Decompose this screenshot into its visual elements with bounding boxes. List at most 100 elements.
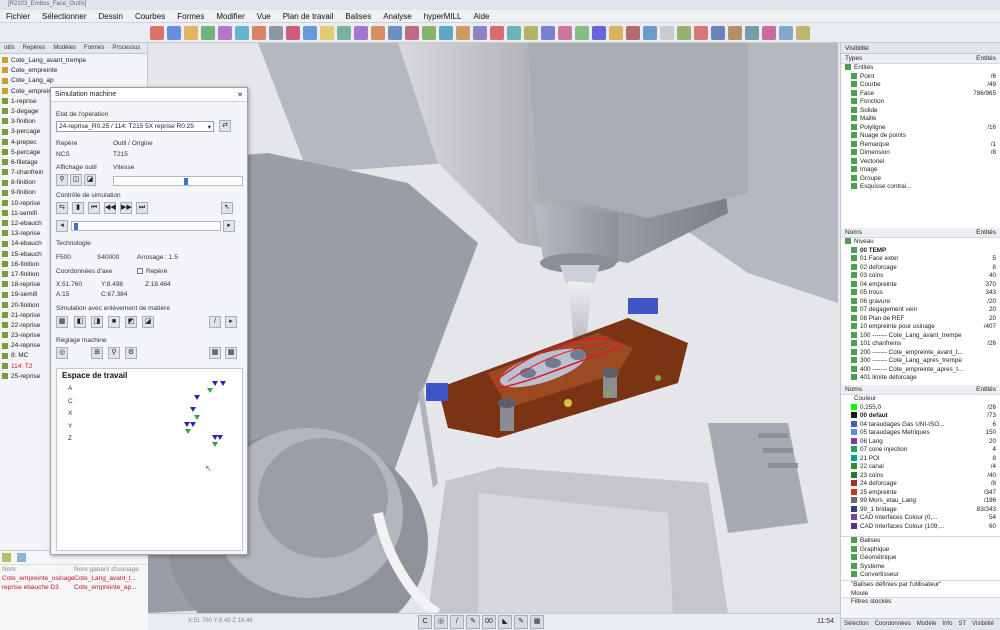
tree-row[interactable]: 08 Plan de REF 20	[841, 315, 1000, 324]
menu-item-3[interactable]: Courbes	[135, 12, 165, 21]
operation-select[interactable]: 24-reprise_R0.25 / 114: T215 5X reprise …	[56, 121, 214, 132]
speed-slider[interactable]	[113, 176, 243, 186]
visibility-icon[interactable]	[851, 157, 857, 164]
layout-button[interactable]: ▦	[209, 347, 221, 359]
user-tag-row[interactable]: Moule	[841, 590, 1000, 598]
menu-item-2[interactable]: Dessin	[99, 12, 123, 21]
visibility-icon[interactable]	[851, 412, 857, 419]
menu-item-10[interactable]: hyperMILL	[424, 12, 462, 21]
tree-row[interactable]: 400 ------- Cote_empreinte_apres_t...	[841, 366, 1000, 375]
tag-row[interactable]: Graphique	[841, 546, 1000, 555]
tree-row[interactable]: 06 gravure/20	[841, 298, 1000, 307]
stock-compare-button[interactable]: ◨	[91, 316, 103, 328]
tag-row[interactable]: Géométrique	[841, 554, 1000, 563]
visibility-icon[interactable]	[851, 132, 857, 139]
toolbar-button-11[interactable]	[337, 25, 351, 40]
browser-tab-0[interactable]: utils	[0, 43, 19, 53]
tree-row[interactable]: 10 empreinte pour usinage/407	[841, 323, 1000, 332]
stock-export-button[interactable]: ◩	[125, 316, 137, 328]
menu-item-9[interactable]: Analyse	[383, 12, 411, 21]
toolbar-button-12[interactable]	[354, 25, 368, 40]
visibility-icon[interactable]	[851, 340, 857, 347]
tree-row[interactable]: Esquisse contrai...	[841, 183, 1000, 192]
visibility-icon[interactable]	[851, 272, 857, 279]
forward-button[interactable]: ▶▶	[120, 202, 132, 214]
visibility-icon[interactable]	[851, 480, 857, 487]
visibility-icon[interactable]	[851, 348, 857, 355]
visibility-icon[interactable]	[851, 98, 857, 105]
visibility-icon[interactable]	[851, 488, 857, 495]
visibility-icon[interactable]	[851, 365, 857, 372]
tree-row[interactable]: Maille	[841, 115, 1000, 124]
visibility-icon[interactable]	[851, 297, 857, 304]
visibility-icon[interactable]	[851, 174, 857, 181]
tree-row[interactable]: 22 canal/4	[841, 463, 1000, 472]
visibility-icon[interactable]	[851, 314, 857, 321]
operation-refresh-button[interactable]: ⇄	[219, 120, 231, 132]
toolbar-button-15[interactable]	[405, 25, 419, 40]
visibility-icon[interactable]	[845, 395, 851, 402]
visibility-icon[interactable]	[851, 246, 857, 253]
repere-checkbox[interactable]: Repère	[137, 268, 167, 275]
tree-row[interactable]: Courbe/49	[841, 81, 1000, 90]
measure-button[interactable]: /	[209, 316, 221, 328]
visibility-icon[interactable]	[851, 306, 857, 313]
visibility-icon[interactable]	[851, 149, 857, 156]
list-item[interactable]: Cote_Lang_ap	[2, 76, 145, 86]
visibility-icon[interactable]	[851, 497, 857, 504]
user-tag-row[interactable]: "Balises définies par l'utilisateur"	[841, 581, 1000, 590]
tree-row[interactable]: 06 Lang 20	[841, 438, 1000, 447]
table-row[interactable]: Cote_empreinte_usinage Cote_Lang_avant_t.…	[0, 574, 148, 583]
toolbar-button-5[interactable]	[235, 25, 249, 40]
tree-row[interactable]: 07 degagement vein 20	[841, 306, 1000, 315]
right-tab-4[interactable]: ST	[955, 619, 969, 630]
tree-row[interactable]: 04 taraudages Gas UNI-ISO... 6	[841, 421, 1000, 430]
toolbar-button-10[interactable]	[320, 25, 334, 40]
toolbar-button-31[interactable]	[677, 25, 691, 40]
stock-button[interactable]: ▦	[56, 316, 68, 328]
menu-item-11[interactable]: Aide	[473, 12, 489, 21]
toolbar-button-16[interactable]	[422, 25, 436, 40]
view-button-4[interactable]: 00	[482, 615, 496, 629]
step-forward-button[interactable]: ▸	[223, 220, 235, 232]
toolbar-button-37[interactable]	[779, 25, 793, 40]
tree-row[interactable]: 00 defaut/73	[841, 412, 1000, 421]
visibility-icon[interactable]	[851, 115, 857, 122]
visibility-icon[interactable]	[851, 123, 857, 130]
toolbar-button-17[interactable]	[439, 25, 453, 40]
tree-row[interactable]: 300 ------- Cote_Lang_apres_trempe	[841, 357, 1000, 366]
visibility-icon[interactable]	[845, 238, 851, 245]
visibility-icon[interactable]	[851, 89, 857, 96]
toolbar-button-30[interactable]	[660, 25, 674, 40]
menu-item-1[interactable]: Sélectionner	[42, 12, 86, 21]
visibility-icon[interactable]	[851, 106, 857, 113]
tree-row[interactable]: 101 chanfreins/26	[841, 340, 1000, 349]
visibility-icon[interactable]	[851, 437, 857, 444]
skip-end-button[interactable]: ⏭	[136, 202, 148, 214]
tree-row[interactable]: 01 Face exter 5	[841, 255, 1000, 264]
toolbar-button-20[interactable]	[490, 25, 504, 40]
toolbar-button-4[interactable]	[218, 25, 232, 40]
view-button-1[interactable]: ◎	[434, 615, 448, 629]
machine-settings-button[interactable]: ⚙	[125, 347, 137, 359]
visibility-icon[interactable]	[851, 255, 857, 262]
visibility-icon[interactable]	[851, 357, 857, 364]
toolbar-button-26[interactable]	[592, 25, 606, 40]
tree-row[interactable]: 05 trous 343	[841, 289, 1000, 298]
filters-row[interactable]: Filtres stockés	[841, 597, 1000, 606]
tree-row[interactable]: 04 empreinte 370	[841, 281, 1000, 290]
stock-view-button[interactable]: ◧	[74, 316, 86, 328]
toolbar-button-36[interactable]	[762, 25, 776, 40]
toolbar-button-22[interactable]	[524, 25, 538, 40]
stock-color-button[interactable]: ■	[108, 316, 120, 328]
progress-thumb[interactable]	[74, 223, 78, 230]
visibility-icon[interactable]	[851, 81, 857, 88]
tree-row[interactable]: Solide	[841, 107, 1000, 116]
visibility-icon[interactable]	[851, 429, 857, 436]
visibility-icon[interactable]	[851, 420, 857, 427]
toolbar-button-14[interactable]	[388, 25, 402, 40]
toolbar-button-23[interactable]	[541, 25, 555, 40]
toolbar-button-33[interactable]	[711, 25, 725, 40]
tree-row[interactable]: Couleur	[841, 395, 1000, 404]
view-button-7[interactable]: ▦	[530, 615, 544, 629]
